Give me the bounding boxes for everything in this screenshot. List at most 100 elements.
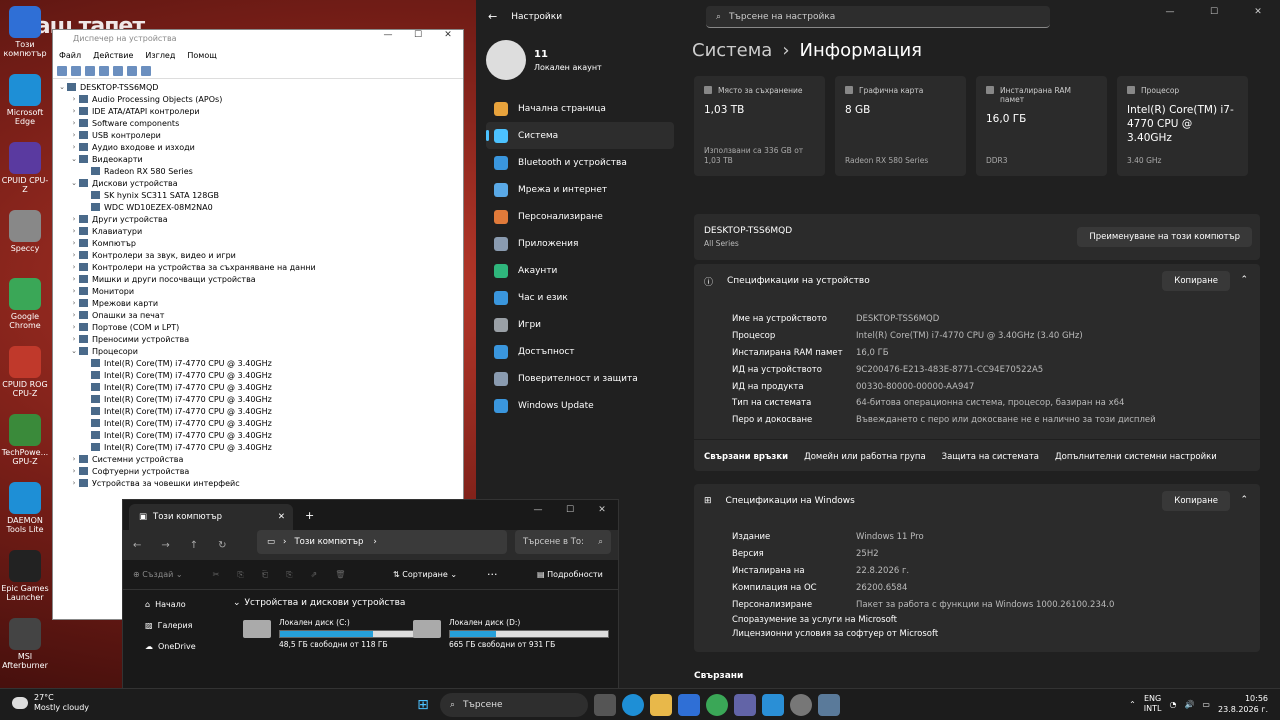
address-bar[interactable]: ▭ › Този компютър › [257, 530, 507, 554]
new-tab-button[interactable]: + [305, 509, 314, 522]
tree-node[interactable]: ⌄ Видеокарти [57, 153, 463, 165]
nav-item[interactable]: Bluetooth и устройства [486, 149, 674, 176]
expand-arrow-icon[interactable]: › [69, 479, 79, 487]
sidebar-item[interactable]: ▨ Галерия [123, 615, 231, 636]
copy-device-specs-button[interactable]: Копиране [1162, 271, 1230, 291]
desktop-icon[interactable]: TechPowe... GPU-Z [0, 414, 50, 482]
nav-item[interactable]: Игри [486, 311, 674, 338]
tree-node[interactable]: WDC WD10EZEX-08M2NA0 [57, 201, 463, 213]
minimize-button[interactable]: — [1148, 0, 1192, 24]
help-icon[interactable] [99, 65, 109, 76]
tree-node[interactable]: Intel(R) Core(TM) i7-4770 CPU @ 3.40GHz [57, 393, 463, 405]
menu-item[interactable]: Помощ [187, 51, 216, 60]
chrome-icon[interactable] [706, 694, 728, 716]
tree-node[interactable]: › Software components [57, 117, 463, 129]
tree-node[interactable]: › Audio Processing Objects (APOs) [57, 93, 463, 105]
expand-arrow-icon[interactable]: › [69, 239, 79, 247]
edge-icon[interactable] [622, 694, 644, 716]
tree-node[interactable]: › Клавиатури [57, 225, 463, 237]
details-button[interactable]: ▤ Подробности [537, 570, 603, 579]
tree-node[interactable]: Intel(R) Core(TM) i7-4770 CPU @ 3.40GHz [57, 441, 463, 453]
monitor-icon[interactable] [141, 65, 151, 76]
tab-this-pc[interactable]: ▣ Този компютър ✕ [129, 504, 293, 530]
tree-node[interactable]: › Контролери на устройства за съхраняване… [57, 261, 463, 273]
desktop-icon[interactable]: Google Chrome [0, 278, 50, 346]
summary-card[interactable]: Място за съхранение 1,03 TB Използвани са … [694, 76, 825, 176]
tree-node[interactable]: › Опашки за печат [57, 309, 463, 321]
expand-arrow-icon[interactable]: › [69, 299, 79, 307]
scan-icon[interactable] [127, 65, 137, 76]
menu-item[interactable]: Действие [93, 51, 133, 60]
battery-icon[interactable]: ▭ [1202, 700, 1210, 709]
minimize-button[interactable]: — [373, 30, 403, 40]
desktop-icon[interactable]: Speccy [0, 210, 50, 278]
menu-item[interactable]: Файл [59, 51, 81, 60]
tree-node[interactable]: › Аудио входове и изходи [57, 141, 463, 153]
summary-card[interactable]: Процесор Intel(R) Core(TM) i7-4770 CPU @ … [1117, 76, 1248, 176]
desktop-icon[interactable]: MSI Afterburner [0, 618, 50, 686]
view-icon[interactable] [113, 65, 123, 76]
tree-node[interactable]: › Устройства за човешки интерфейс [57, 477, 463, 489]
nav-item[interactable]: Достъпност [486, 338, 674, 365]
tree-node[interactable]: › Монитори [57, 285, 463, 297]
tree-node[interactable]: › Преносими устройства [57, 333, 463, 345]
tree-node[interactable]: › Мрежови карти [57, 297, 463, 309]
close-tab-icon[interactable]: ✕ [278, 512, 285, 522]
expand-arrow-icon[interactable]: › [69, 131, 79, 139]
network-icon[interactable]: ◔ [1169, 700, 1176, 709]
drive-item[interactable]: Локален диск (D:) 665 ГБ свободни от 931 … [413, 618, 609, 649]
back-icon[interactable]: ← [133, 540, 141, 551]
close-button[interactable]: ✕ [586, 500, 618, 520]
copy-windows-specs-button[interactable]: Копиране [1162, 491, 1230, 511]
expand-arrow-icon[interactable]: › [69, 323, 79, 331]
tree-node[interactable]: › Други устройства [57, 213, 463, 225]
tree-node[interactable]: › Мишки и други посочващи устройства [57, 273, 463, 285]
settings-icon[interactable] [790, 694, 812, 716]
expand-arrow-icon[interactable]: ⌄ [69, 179, 79, 187]
related-link[interactable]: Домейн или работна група [804, 452, 926, 462]
nav-item[interactable]: Поверителност и защита [486, 365, 674, 392]
expand-arrow-icon[interactable]: › [69, 215, 79, 223]
expand-arrow-icon[interactable]: › [69, 467, 79, 475]
tree-node[interactable]: Intel(R) Core(TM) i7-4770 CPU @ 3.40GHz [57, 417, 463, 429]
expand-arrow-icon[interactable]: › [69, 275, 79, 283]
nav-item[interactable]: Приложения [486, 230, 674, 257]
tree-node[interactable]: ⌄ Процесори [57, 345, 463, 357]
chevron-up-icon[interactable]: ⌃ [1240, 495, 1248, 505]
expand-arrow-icon[interactable]: › [69, 251, 79, 259]
desktop-icon[interactable]: CPUID ROG CPU-Z [0, 346, 50, 414]
task-view-icon[interactable] [594, 694, 616, 716]
tree-node[interactable]: Intel(R) Core(TM) i7-4770 CPU @ 3.40GHz [57, 369, 463, 381]
breadcrumb-parent[interactable]: Система [692, 40, 772, 61]
expand-arrow-icon[interactable]: ⌄ [69, 347, 79, 355]
expand-arrow-icon[interactable]: › [69, 287, 79, 295]
menu-item[interactable]: Изглед [145, 51, 175, 60]
desktop-icon[interactable]: DAEMON Tools Lite [0, 482, 50, 550]
tree-node[interactable]: › IDE ATA/ATAPI контролери [57, 105, 463, 117]
tree-node[interactable]: Radeon RX 580 Series [57, 165, 463, 177]
related-link[interactable]: Защита на системата [942, 452, 1039, 462]
tree-node[interactable]: SK hynix SC311 SATA 128GB [57, 189, 463, 201]
nav-item[interactable]: Windows Update [486, 392, 674, 419]
maximize-button[interactable]: ☐ [554, 500, 586, 520]
user-profile[interactable]: 11 Локален акаунт [486, 40, 602, 80]
expand-arrow-icon[interactable]: › [69, 455, 79, 463]
new-button[interactable]: ⊕ Създай ⌄ [133, 570, 183, 579]
expand-arrow-icon[interactable]: › [69, 263, 79, 271]
device-manager-icon[interactable] [818, 694, 840, 716]
nav-item[interactable]: Акаунти [486, 257, 674, 284]
taskbar-search[interactable]: ⌕ Търсене [440, 693, 588, 717]
expand-arrow-icon[interactable]: › [69, 143, 79, 151]
windows-link[interactable]: Лицензионни условия за софтуер от Micros… [732, 629, 1260, 643]
nav-item[interactable]: Начална страница [486, 95, 674, 122]
expand-arrow-icon[interactable]: › [69, 335, 79, 343]
up-icon[interactable]: ↑ [190, 540, 198, 551]
close-button[interactable]: ✕ [433, 30, 463, 40]
explorer-search-input[interactable]: Търсене в То: ⌕ [515, 530, 611, 554]
expand-arrow-icon[interactable]: › [69, 95, 79, 103]
desktop-icon[interactable]: CPUID CPU-Z [0, 142, 50, 210]
volume-icon[interactable]: 🔊 [1184, 700, 1194, 709]
minimize-button[interactable]: — [522, 500, 554, 520]
nav-item[interactable]: Час и език [486, 284, 674, 311]
forward-icon[interactable] [71, 65, 81, 76]
